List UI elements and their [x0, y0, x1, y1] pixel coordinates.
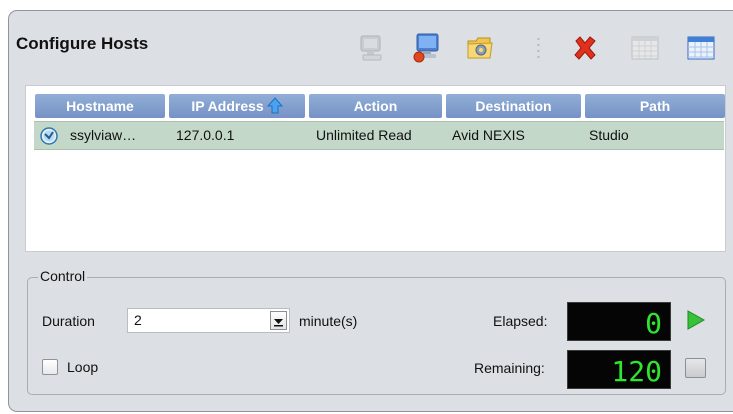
column-header-action[interactable]: Action — [309, 94, 442, 118]
cell-ip-address: 127.0.0.1 — [176, 127, 235, 143]
elapsed-label: Elapsed: — [493, 313, 548, 329]
control-group-label: Control — [38, 268, 88, 284]
remaining-value: 120 — [611, 356, 662, 384]
column-header-destination[interactable]: Destination — [446, 94, 581, 118]
chevron-down-icon — [274, 319, 283, 327]
loop-checkbox[interactable] — [42, 359, 58, 375]
column-header-label: IP Address — [191, 98, 264, 114]
column-header-ip-address[interactable]: IP Address — [169, 94, 305, 118]
elapsed-display: 0 — [567, 302, 671, 341]
remaining-label: Remaining: — [474, 360, 545, 376]
loop-label: Loop — [67, 359, 99, 375]
play-icon — [687, 310, 706, 330]
remaining-display: 120 — [567, 350, 671, 389]
sort-ascending-icon — [266, 97, 283, 121]
add-host-icon[interactable] — [407, 28, 447, 68]
toolbar-separator — [537, 36, 540, 62]
column-header-path[interactable]: Path — [585, 94, 725, 118]
dropdown-button[interactable] — [270, 311, 287, 330]
play-button[interactable] — [684, 309, 706, 331]
cell-path: Studio — [589, 127, 629, 143]
duration-select[interactable]: 2 — [127, 308, 290, 333]
duration-value: 2 — [134, 312, 142, 328]
grid-view-icon[interactable] — [681, 28, 721, 68]
stop-button[interactable] — [685, 358, 706, 378]
cell-destination: Avid NEXIS — [452, 127, 525, 143]
duration-unit-label: minute(s) — [299, 313, 358, 329]
elapsed-value: 0 — [645, 308, 662, 336]
host-status-icon — [40, 127, 58, 145]
grid-view-disabled-icon[interactable] — [625, 28, 665, 68]
hosts-table: Hostname IP Address Action Destination P… — [25, 85, 726, 252]
cell-action: Unlimited Read — [316, 127, 412, 143]
cell-hostname: ssylviaw… — [70, 127, 137, 143]
table-row[interactable]: ssylviaw… 127.0.0.1 Unlimited Read Avid … — [34, 121, 724, 150]
duration-label: Duration — [42, 313, 95, 329]
panel-title: Configure Hosts — [16, 34, 149, 53]
host-monitor-disabled-icon[interactable] — [352, 28, 392, 68]
folder-settings-icon[interactable] — [460, 28, 500, 68]
column-header-hostname[interactable]: Hostname — [35, 94, 165, 118]
delete-icon[interactable] — [565, 28, 605, 68]
